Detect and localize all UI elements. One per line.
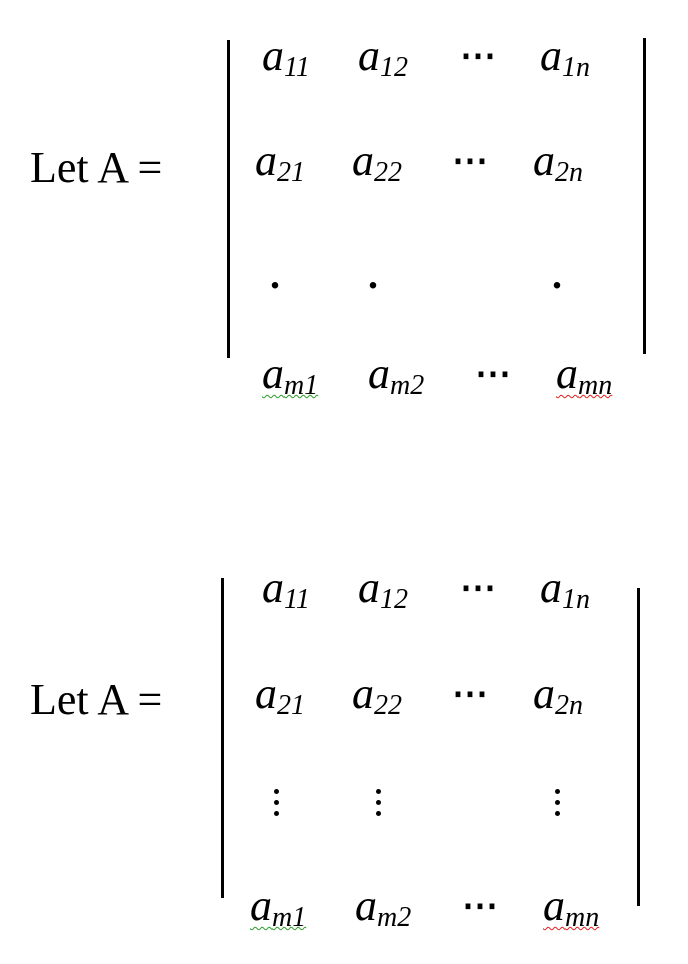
vertical-ellipsis-icon (555, 789, 561, 822)
entry-base: a (262, 31, 284, 80)
entry-text: a11 (262, 563, 310, 615)
entry-subscript: 11 (284, 584, 310, 615)
entry-subscript: m1 (284, 370, 319, 401)
matrix-left-bar (227, 40, 230, 358)
entry-subscript: 2n (555, 157, 583, 188)
entry-text: a2n (533, 669, 583, 721)
entry-text: a12 (358, 563, 408, 615)
entry-subscript: 21 (277, 690, 305, 721)
entry-text: a1n (540, 31, 590, 83)
entry-text: a11 (262, 31, 310, 83)
entry-base: a (368, 349, 390, 398)
entry-subscript: m1 (272, 902, 307, 933)
matrix-entry: a12 (358, 566, 408, 614)
entry-text: amn (543, 881, 600, 933)
entry-text: a21 (255, 669, 305, 721)
entry-text: a21 (255, 136, 305, 188)
vertical-ellipsis-icon (274, 789, 280, 822)
entry-text: am2 (355, 881, 412, 933)
dot-placeholder: . (368, 252, 378, 297)
dot-placeholder: . (270, 252, 280, 297)
matrix-entry: a22 (352, 672, 402, 720)
entry-text: am2 (368, 349, 425, 401)
horizontal-ellipsis: ⋯ (452, 140, 489, 180)
matrix-entry: a2n (533, 672, 583, 720)
entry-base: a (540, 31, 562, 80)
dot-placeholder: . (552, 252, 562, 297)
matrix-entry: a21 (255, 139, 305, 187)
entry-text: a1n (540, 563, 590, 615)
entry-text: a12 (358, 31, 408, 83)
matrix-entry: a12 (358, 34, 408, 82)
horizontal-ellipsis: ⋯ (462, 885, 499, 925)
matrix-entry: a1n (540, 34, 590, 82)
entry-subscript: 21 (277, 157, 305, 188)
matrix-entry: a22 (352, 139, 402, 187)
horizontal-ellipsis: ⋯ (460, 35, 497, 75)
entry-base: a (543, 881, 565, 930)
entry-base: a (262, 563, 284, 612)
entry-subscript: 1n (562, 52, 590, 83)
entry-subscript: 12 (380, 584, 408, 615)
entry-text: am1 (250, 881, 307, 933)
entry-subscript: 22 (374, 157, 402, 188)
entry-subscript: 22 (374, 690, 402, 721)
entry-base: a (540, 563, 562, 612)
matrix-right-bar (637, 588, 640, 906)
matrix-entry: am2 (368, 352, 424, 400)
entry-subscript: 11 (284, 52, 310, 83)
entry-base: a (358, 563, 380, 612)
entry-subscript: mn (578, 370, 613, 401)
entry-subscript: 1n (562, 584, 590, 615)
horizontal-ellipsis: ⋯ (475, 353, 512, 393)
entry-base: a (262, 349, 284, 398)
matrix-entry: a1n (540, 566, 590, 614)
entry-subscript: m2 (377, 902, 412, 933)
matrix-entry: am2 (355, 884, 411, 932)
matrix-entry: amn (543, 884, 599, 932)
entry-base: a (355, 881, 377, 930)
matrix-entry: a11 (262, 566, 310, 614)
entry-base: a (352, 136, 374, 185)
entry-subscript: 2n (555, 690, 583, 721)
matrix-entry: a21 (255, 672, 305, 720)
matrix-entry: a2n (533, 139, 583, 187)
entry-text: a22 (352, 136, 402, 188)
entry-text: a22 (352, 669, 402, 721)
matrix-label: Let A = (30, 143, 163, 192)
matrix-entry: am1 (250, 884, 306, 932)
matrix-left-bar (221, 578, 224, 898)
entry-base: a (533, 669, 555, 718)
vertical-ellipsis-icon (376, 789, 382, 822)
entry-base: a (250, 881, 272, 930)
matrix-entry: am1 (262, 352, 318, 400)
entry-subscript: mn (565, 902, 600, 933)
entry-base: a (556, 349, 578, 398)
matrix-label: Let A = (30, 675, 163, 724)
document-page: Let A = a11 a12 ⋯ a1n a21 a22 ⋯ a2n... am1 am2 ⋯ amn… (0, 0, 688, 964)
horizontal-ellipsis: ⋯ (452, 673, 489, 713)
matrix-entry: amn (556, 352, 612, 400)
entry-base: a (255, 669, 277, 718)
entry-base: a (358, 31, 380, 80)
matrix-right-bar (643, 38, 646, 354)
entry-base: a (533, 136, 555, 185)
entry-text: a2n (533, 136, 583, 188)
entry-base: a (352, 669, 374, 718)
entry-subscript: m2 (390, 370, 425, 401)
horizontal-ellipsis: ⋯ (460, 567, 497, 607)
matrix-entry: a11 (262, 34, 310, 82)
entry-text: am1 (262, 349, 319, 401)
entry-base: a (255, 136, 277, 185)
entry-text: amn (556, 349, 613, 401)
entry-subscript: 12 (380, 52, 408, 83)
